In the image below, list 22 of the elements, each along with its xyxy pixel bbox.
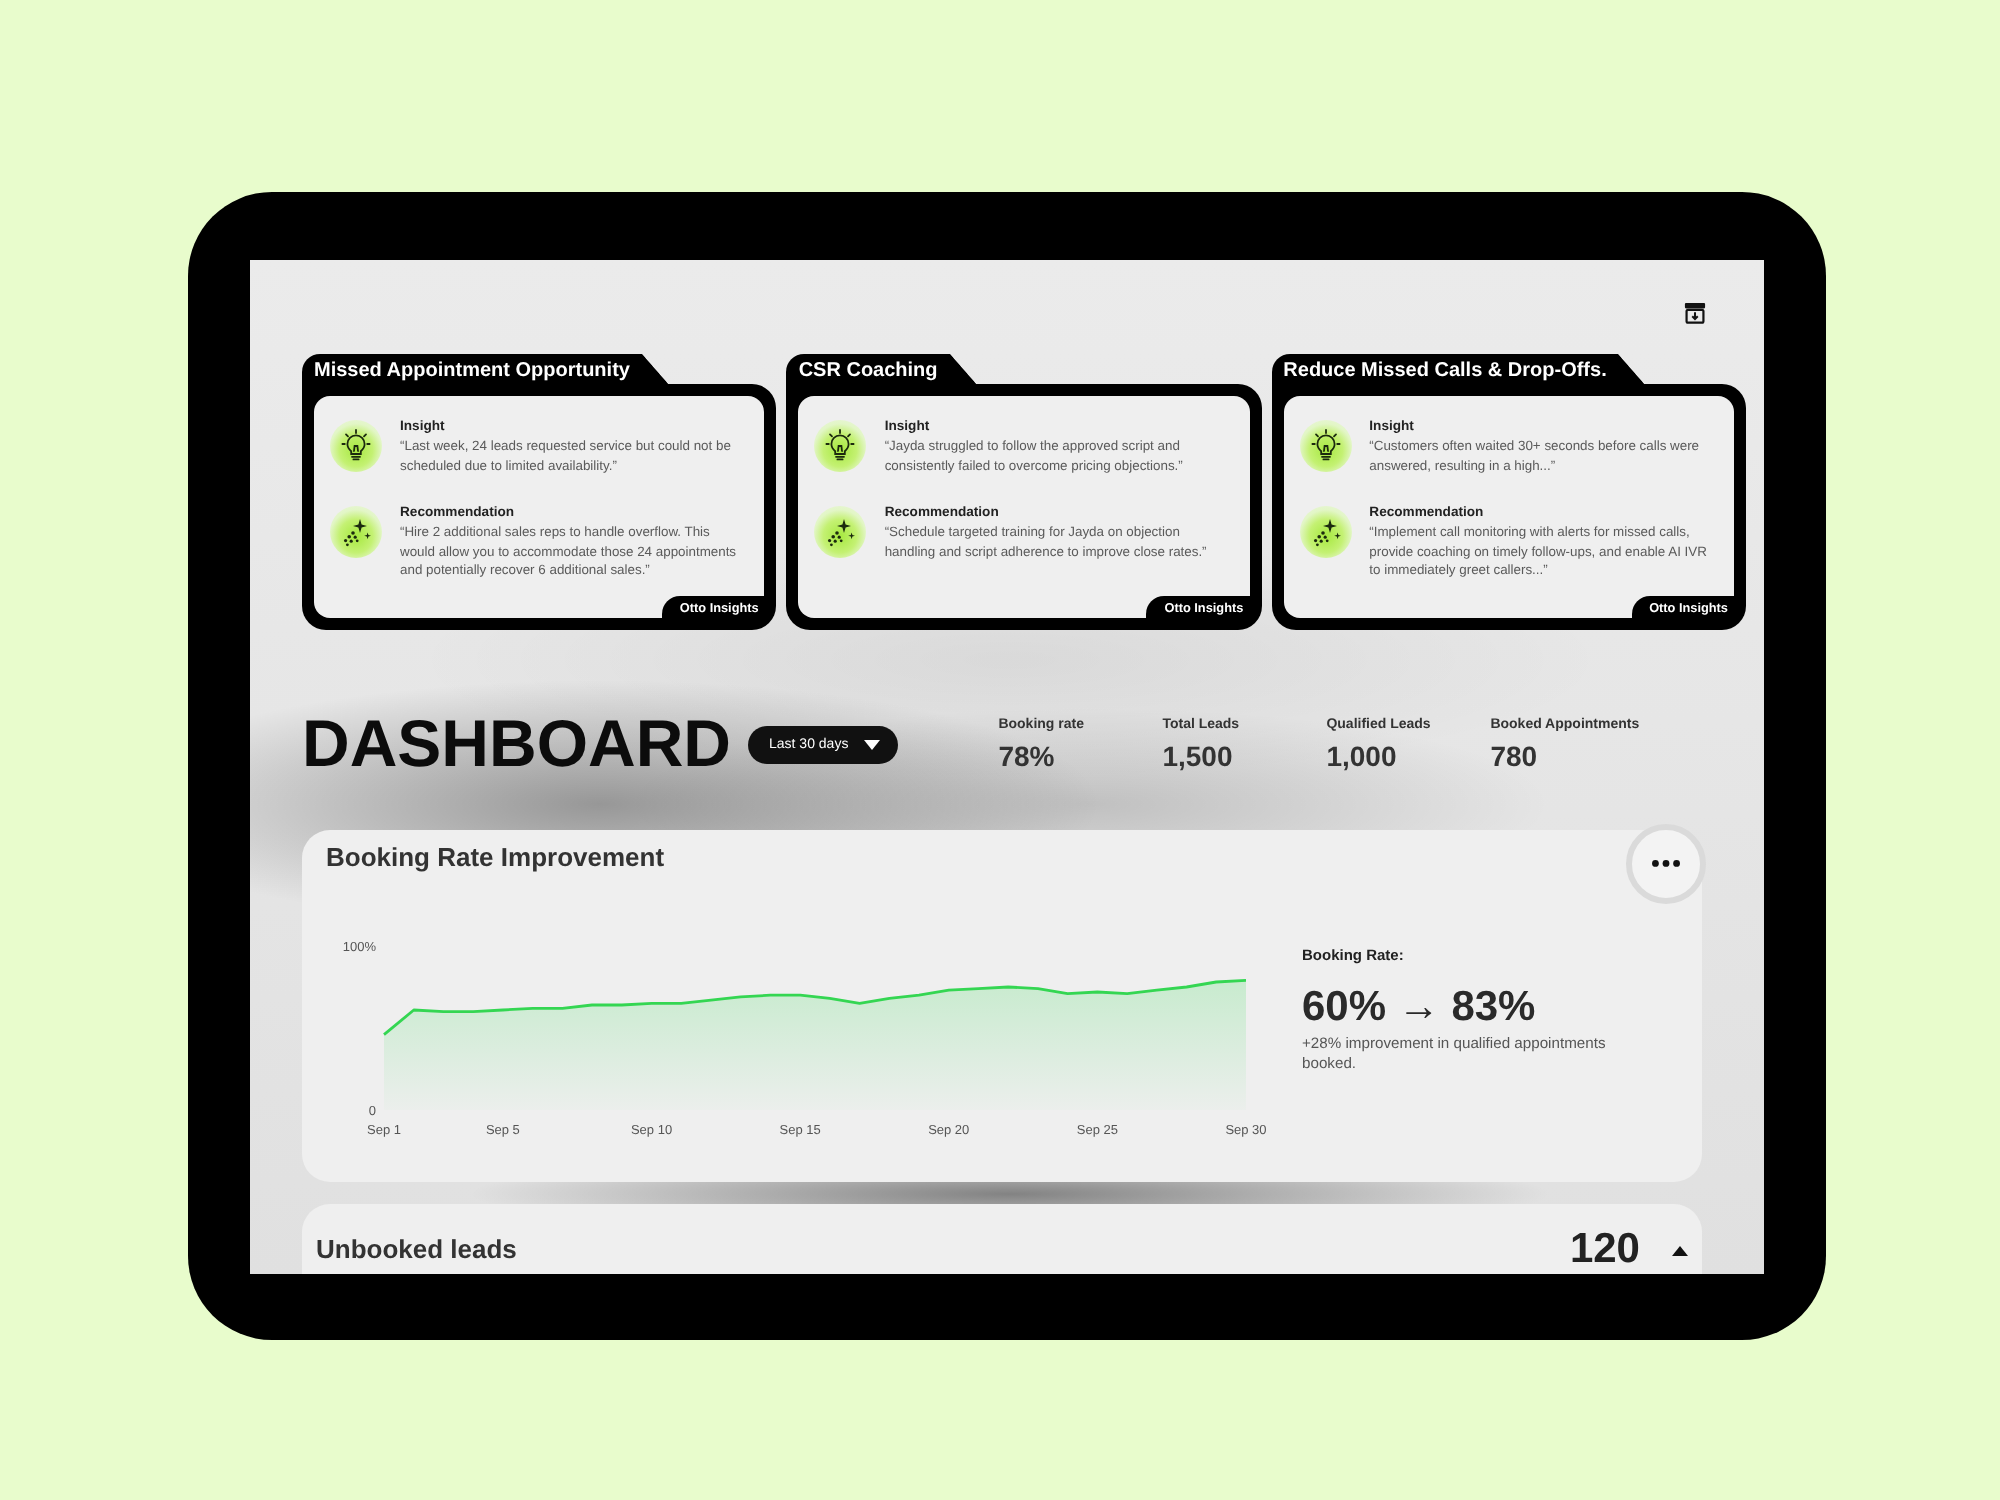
card-title: Missed Appointment Opportunity — [302, 354, 670, 386]
lightbulb-icon — [814, 420, 867, 472]
caret-down-icon — [864, 739, 881, 749]
stat-value: 780 — [1490, 740, 1540, 772]
sparkles-icon — [814, 506, 867, 559]
leads-title: Unbooked leads — [316, 1234, 519, 1266]
stat-value: 1,000 — [1326, 740, 1399, 772]
card-title: Reduce Missed Calls & Drop-Offs. — [1271, 354, 1647, 386]
leads-count: 120 — [1569, 1226, 1640, 1274]
stat-value: 78% — [998, 740, 1057, 772]
sparkles-icon — [330, 506, 382, 559]
card-heading: Booking Rate Improvement — [326, 842, 665, 874]
archive-icon[interactable] — [1684, 302, 1706, 324]
lightbulb-icon — [330, 420, 382, 472]
card-title: CSR Coaching — [786, 354, 978, 386]
summary-value: 60% → 83% — [1302, 984, 1538, 1032]
more-icon — [1652, 860, 1680, 868]
sparkles-icon — [1299, 506, 1352, 559]
lightbulb-icon — [1299, 420, 1352, 472]
stat-value: 1,500 — [1162, 740, 1235, 772]
dashboard-title: DASHBOARD — [302, 704, 731, 784]
caret-up-icon[interactable] — [1672, 1245, 1688, 1255]
